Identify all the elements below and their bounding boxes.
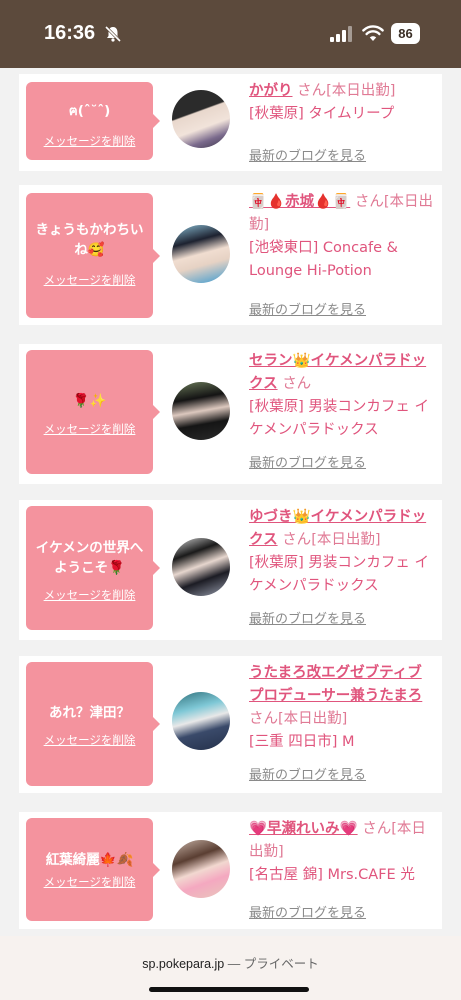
message-text: イケメンの世界へようこそ🌹 bbox=[35, 540, 144, 576]
shop-area: [名古屋 錦] Mrs.CAFE 光 bbox=[249, 867, 415, 883]
message-bubble: あれ？津田？ メッセージを削除 bbox=[26, 662, 160, 786]
cast-honorific: さん bbox=[249, 711, 278, 727]
signal-icon bbox=[330, 26, 352, 42]
message-text: きょうもかわちいね🥰 bbox=[35, 222, 144, 258]
shop-area: [池袋東口] Concafe & Lounge Hi-Potion bbox=[249, 240, 398, 279]
delete-message-link[interactable]: メッセージを削除 bbox=[26, 587, 153, 603]
cast-name-link[interactable]: 💗早瀬れいみ💗 bbox=[249, 821, 358, 837]
message-bubble: 紅葉綺麗🍁🍂 メッセージを削除 bbox=[26, 818, 160, 921]
list-item: ฅ(ˆ˘ˆ) メッセージを削除 かがり さん[本日出勤] [秋葉原] タイムリー… bbox=[19, 74, 442, 171]
status-time: 16:36 bbox=[44, 22, 96, 44]
work-status: [本日出勤] bbox=[326, 83, 396, 99]
latest-blog-link[interactable]: 最新のブログを見る bbox=[249, 902, 366, 921]
list-item: 紅葉綺麗🍁🍂 メッセージを削除 💗早瀬れいみ💗 さん[本日出勤] [名古屋 錦]… bbox=[19, 812, 442, 929]
latest-blog-link[interactable]: 最新のブログを見る bbox=[249, 764, 366, 783]
list-item: あれ？津田？ メッセージを削除 うたまろ改エグゼブティブプロデューサー兼うたまろ… bbox=[19, 656, 442, 793]
home-indicator[interactable] bbox=[149, 987, 309, 992]
delete-message-link[interactable]: メッセージを削除 bbox=[26, 421, 153, 437]
list-item: きょうもかわちいね🥰 メッセージを削除 🀄🩸赤城🩸🀄 さん[本日出勤] [池袋東… bbox=[19, 185, 442, 325]
cast-name-link[interactable]: セラン👑イケメンパラドックス bbox=[249, 353, 426, 392]
url-text: sp.pokepara.jp bbox=[142, 957, 225, 971]
shop-area: [三重 四日市] M bbox=[249, 734, 355, 750]
message-bubble: きょうもかわちいね🥰 メッセージを削除 bbox=[26, 193, 160, 318]
delete-message-link[interactable]: メッセージを削除 bbox=[26, 732, 153, 748]
message-text: ฅ(ˆ˘ˆ) bbox=[68, 103, 111, 119]
avatar[interactable] bbox=[172, 382, 230, 440]
avatar[interactable] bbox=[172, 538, 230, 596]
cast-name-link[interactable]: うたまろ改エグゼブティブプロデューサー兼うたまろ bbox=[249, 665, 422, 704]
message-bubble: ฅ(ˆ˘ˆ) メッセージを削除 bbox=[26, 82, 160, 160]
latest-blog-link[interactable]: 最新のブログを見る bbox=[249, 608, 366, 627]
private-mode-label: — プライベート bbox=[227, 957, 319, 971]
work-status: [本日出勤] bbox=[311, 532, 381, 548]
message-bubble: 🌹✨ メッセージを削除 bbox=[26, 350, 160, 474]
message-text: 🌹✨ bbox=[72, 393, 107, 409]
browser-bottom-bar: sp.pokepara.jp — プライベート bbox=[0, 936, 461, 1000]
delete-message-link[interactable]: メッセージを削除 bbox=[26, 272, 153, 288]
cast-honorific: さん bbox=[362, 821, 392, 837]
status-bar: 16:36 86 bbox=[0, 0, 461, 68]
wifi-icon bbox=[362, 25, 384, 41]
cast-honorific: さん bbox=[354, 194, 384, 210]
message-text: あれ？津田？ bbox=[49, 705, 130, 721]
latest-blog-link[interactable]: 最新のブログを見る bbox=[249, 299, 366, 318]
avatar[interactable] bbox=[172, 90, 230, 148]
latest-blog-link[interactable]: 最新のブログを見る bbox=[249, 452, 366, 471]
message-bubble: イケメンの世界へようこそ🌹 メッセージを削除 bbox=[26, 506, 160, 630]
cast-honorific: さん bbox=[282, 532, 312, 548]
cast-honorific: さん bbox=[282, 376, 312, 392]
delete-message-link[interactable]: メッセージを削除 bbox=[26, 874, 153, 890]
work-status: [本日出勤] bbox=[278, 711, 348, 727]
message-text: 紅葉綺麗🍁🍂 bbox=[45, 852, 134, 868]
cast-honorific: さん bbox=[297, 83, 327, 99]
list-item: 🌹✨ メッセージを削除 セラン👑イケメンパラドックス さん [秋葉原] 男装コン… bbox=[19, 344, 442, 484]
cast-name-link[interactable]: かがり bbox=[249, 83, 293, 99]
cast-name-link[interactable]: 🀄🩸赤城🩸🀄 bbox=[249, 194, 350, 210]
delete-message-link[interactable]: メッセージを削除 bbox=[26, 133, 153, 149]
latest-blog-link[interactable]: 最新のブログを見る bbox=[249, 145, 366, 164]
list-item: イケメンの世界へようこそ🌹 メッセージを削除 ゆづき👑イケメンパラドックス さん… bbox=[19, 500, 442, 640]
shop-area: [秋葉原] タイムリープ bbox=[249, 106, 395, 122]
bell-slash-icon bbox=[104, 25, 122, 43]
shop-area: [秋葉原] 男装コンカフェ イケメンパラドックス bbox=[249, 399, 430, 438]
avatar[interactable] bbox=[172, 840, 230, 898]
address-bar[interactable]: sp.pokepara.jp — プライベート bbox=[0, 953, 461, 972]
avatar[interactable] bbox=[172, 225, 230, 283]
avatar[interactable] bbox=[172, 692, 230, 750]
battery-indicator: 86 bbox=[391, 23, 420, 44]
shop-area: [秋葉原] 男装コンカフェ イケメンパラドックス bbox=[249, 555, 430, 594]
